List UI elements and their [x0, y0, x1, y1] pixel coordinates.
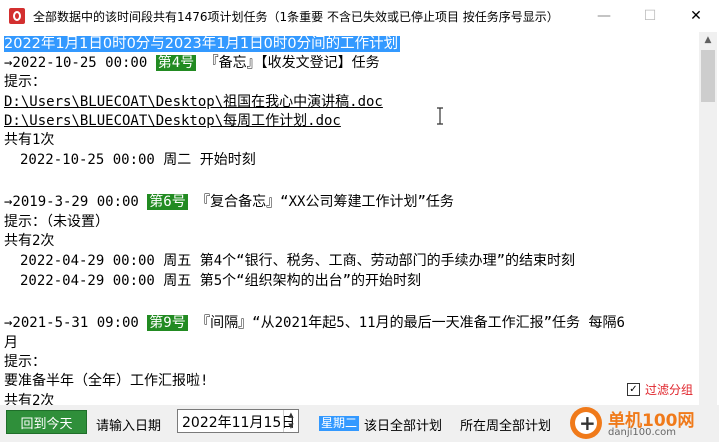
maximize-button[interactable]: ☐	[627, 0, 673, 32]
bottom-toolbar: 回到今天 请输入日期 2022年11月15日 ▲ ▼ 星期二 该日全部计划 所在…	[0, 405, 719, 442]
hint-label: 提示：	[4, 74, 46, 90]
close-button[interactable]: ✕	[673, 0, 719, 32]
date-picker[interactable]: 2022年11月15日 ▲ ▼	[177, 409, 299, 433]
occurrence-time: 2022-04-29 00:00 周五 第4个“银行、税务、工商、劳动部门的手续…	[20, 253, 576, 269]
minimize-button[interactable]: —	[581, 0, 627, 32]
task-datetime: →2019-3-29 00:00	[4, 194, 148, 210]
app-icon	[9, 8, 25, 24]
task-number: 第6号	[147, 194, 188, 210]
task-number: 第4号	[155, 55, 197, 71]
occurrence-time: 2022-04-29 00:00 周五 第5个“组织架构的出台”的开始时刻	[20, 273, 422, 289]
task-line: →2019-3-29 00:00 第6号 『复合备忘』“XX公司筹建工作计划”任…	[4, 193, 454, 212]
hint-line: 提示：（未设置）	[4, 214, 109, 230]
spin-down-icon[interactable]: ▼	[284, 421, 298, 432]
hint-text: 要准备半年（全年）工作汇报啦!	[4, 373, 209, 389]
task-desc: 『备忘』【收发文登记】任务	[196, 55, 380, 71]
plus-icon: +	[579, 411, 596, 435]
period-header: 2022年1月1日0时0分与2023年1月1日0时0分间的工作计划	[4, 36, 401, 52]
task-number: 第9号	[147, 315, 188, 331]
occurrence-count: 共有1次	[4, 132, 55, 148]
task-datetime: →2021-5-31 09:00	[4, 315, 148, 331]
plan-text-area[interactable]: 2022年1月1日0时0分与2023年1月1日0时0分间的工作计划 →2022-…	[1, 32, 699, 405]
filter-group-checkbox[interactable]: ✓ 过滤分组	[627, 381, 694, 398]
occurrence-count: 共有2次	[4, 233, 55, 249]
filter-label: 过滤分组	[645, 383, 694, 397]
task-desc: 『间隔』“从2021年起5、11月的最后一天准备工作汇报”任务 每隔6	[187, 315, 625, 331]
occurrence-count: 共有2次	[4, 393, 55, 405]
task-line: →2022-10-25 00:00 第4号 『备忘』【收发文登记】任务	[4, 54, 380, 73]
weekday-badge: 星期二	[319, 416, 360, 431]
hint-label: 提示：	[4, 354, 46, 370]
vertical-scrollbar[interactable]: ▲	[699, 32, 717, 405]
file-link[interactable]: D:\Users\BLUECOAT\Desktop\祖国在我心中演讲稿.doc	[4, 93, 383, 112]
header-line: 2022年1月1日0时0分与2023年1月1日0时0分间的工作计划	[4, 35, 401, 54]
close-icon: ✕	[690, 8, 702, 24]
scroll-up-icon[interactable]: ▲	[699, 32, 717, 49]
minimize-icon: —	[597, 8, 611, 24]
week-all-plans-link[interactable]: 所在周全部计划	[460, 415, 551, 434]
file-link[interactable]: D:\Users\BLUECOAT\Desktop\每周工作计划.doc	[4, 112, 341, 131]
task-datetime: →2022-10-25 00:00	[4, 55, 156, 71]
spin-up-icon[interactable]: ▲	[284, 410, 298, 421]
watermark-logo: + 单机100网 danji100.com	[568, 405, 719, 442]
date-value: 2022年11月15日	[182, 415, 296, 431]
text-cursor-icon	[437, 107, 443, 125]
maximize-icon: ☐	[643, 8, 657, 24]
window-title: 全部数据中的该时间段共有1476项计划任务（1条重要 不含已失效或已停止项目 按…	[33, 10, 559, 24]
day-all-plans-link[interactable]: 该日全部计划	[364, 415, 442, 434]
task-line: →2021-5-31 09:00 第9号 『间隔』“从2021年起5、11月的最…	[4, 314, 625, 333]
date-spinner[interactable]: ▲ ▼	[283, 410, 298, 432]
title-bar: 全部数据中的该时间段共有1476项计划任务（1条重要 不含已失效或已停止项目 按…	[0, 0, 719, 32]
checkbox-icon[interactable]: ✓	[627, 383, 640, 396]
occurrence-time: 2022-10-25 00:00 周二 开始时刻	[20, 152, 256, 168]
task-desc: 『复合备忘』“XX公司筹建工作计划”任务	[187, 194, 454, 210]
scroll-thumb[interactable]	[701, 50, 715, 102]
task-desc-cont: 月	[4, 335, 18, 351]
watermark-url: danji100.com	[608, 427, 676, 438]
back-to-today-button[interactable]: 回到今天	[6, 410, 87, 434]
date-label: 请输入日期	[96, 419, 162, 434]
